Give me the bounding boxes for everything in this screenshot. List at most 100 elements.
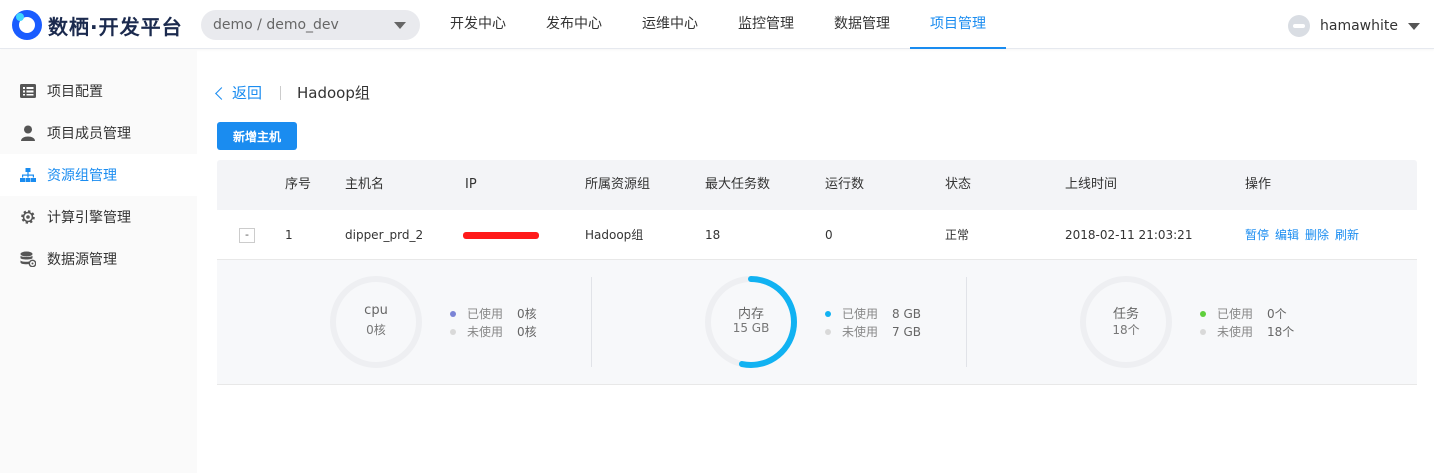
ip-redaction-mark [463, 232, 539, 239]
logo-text: 数栖·开发平台 [48, 14, 183, 39]
legend-value: 0核 [517, 307, 537, 321]
hosts-table: 序号 主机名 IP 所属资源组 最大任务数 运行数 状态 上线时间 操作 - 1… [217, 160, 1417, 385]
sidebar-item-members[interactable]: 项目成员管理 [0, 112, 197, 154]
sidebar: 项目配置 项目成员管理 资源组管理 计算引擎管理 数据源管理 [0, 50, 197, 473]
cell-hostname: dipper_prd_2 [345, 228, 424, 242]
cpu-total: 0核 [366, 323, 386, 337]
column-header: 操作 [1245, 177, 1272, 192]
cell-index: 1 [285, 228, 293, 242]
refresh-link[interactable]: 刷新 [1335, 228, 1359, 242]
legend-label: 未使用 [467, 325, 504, 339]
legend-dot [825, 328, 831, 335]
cpu-free-legend: 未使用 0核 [450, 323, 537, 340]
column-header: 上线时间 [1065, 177, 1118, 192]
user-icon [20, 125, 36, 141]
cell-running: 0 [825, 228, 833, 242]
legend-dot [1200, 328, 1206, 335]
legend-value: 8 GB [892, 306, 921, 321]
app-logo[interactable]: 数栖·开发平台 [12, 10, 183, 40]
tasks-title: 任务 [1112, 307, 1139, 322]
page-title: Hadoop组 [297, 84, 370, 102]
sidebar-item-label: 资源组管理 [47, 168, 117, 184]
legend-value: 18个 [1267, 325, 1295, 339]
column-header: 所属资源组 [585, 177, 651, 192]
legend-dot [450, 310, 456, 317]
delete-link[interactable]: 删除 [1305, 228, 1329, 242]
sitemap-icon [20, 167, 36, 183]
main-nav: 开发中心 发布中心 运维中心 监控管理 数据管理 项目管理 [430, 0, 1006, 49]
memory-used-legend: 已使用 8 GB [825, 305, 921, 322]
sidebar-item-data-sources[interactable]: 数据源管理 [0, 238, 197, 280]
memory-total: 15 GB [732, 321, 770, 335]
nav-item-monitoring[interactable]: 监控管理 [718, 0, 814, 49]
nav-item-dev-center[interactable]: 开发中心 [430, 0, 526, 49]
cell-online-time: 2018-02-11 21:03:21 [1065, 228, 1193, 242]
sidebar-item-compute-engines[interactable]: 计算引擎管理 [0, 196, 197, 238]
tasks-metric: 任务 18个 已使用 0个 未使用 18个 [967, 260, 1342, 385]
cell-actions: 暂停 编辑 删除 刷新 [1245, 210, 1365, 260]
cpu-used-legend: 已使用 0核 [450, 305, 537, 322]
project-selector[interactable]: demo / demo_dev [201, 10, 420, 40]
caret-down-icon [1408, 22, 1420, 30]
sidebar-item-label: 项目成员管理 [47, 126, 131, 142]
legend-label: 已使用 [1217, 307, 1254, 321]
table-row: - 1 dipper_prd_2 Hadoop组 18 0 正常 2018-02… [217, 210, 1417, 260]
column-header: 最大任务数 [705, 177, 771, 192]
collapse-row-button[interactable]: - [239, 228, 255, 243]
nav-item-data-management[interactable]: 数据管理 [814, 0, 910, 49]
memory-metric: 内存 15 GB 已使用 8 GB 未使用 7 GB [592, 260, 967, 385]
legend-value: 7 GB [892, 324, 921, 339]
top-navbar: 数栖·开发平台 demo / demo_dev 开发中心 发布中心 运维中心 监… [0, 0, 1434, 49]
user-menu[interactable]: hamawhite [1288, 14, 1420, 38]
nav-item-project-management[interactable]: 项目管理 [910, 0, 1006, 49]
table-header: 序号 主机名 IP 所属资源组 最大任务数 运行数 状态 上线时间 操作 [217, 160, 1417, 210]
legend-dot [825, 310, 831, 317]
back-link[interactable]: 返回 [215, 82, 263, 103]
tasks-free-legend: 未使用 18个 [1200, 323, 1294, 340]
sidebar-item-project-config[interactable]: 项目配置 [0, 70, 197, 112]
pause-link[interactable]: 暂停 [1245, 228, 1269, 242]
back-label: 返回 [232, 84, 263, 102]
chevron-left-icon [215, 86, 228, 100]
cpu-title: cpu [364, 303, 388, 318]
project-selector-value: demo / demo_dev [213, 17, 339, 33]
user-name: hamawhite [1320, 18, 1398, 34]
main-content: 返回 Hadoop组 新增主机 序号 主机名 IP 所属资源组 最大任务数 运行… [197, 50, 1434, 473]
page-header: 返回 Hadoop组 [215, 82, 370, 103]
legend-dot [1200, 310, 1206, 317]
logo-icon [12, 10, 42, 40]
cell-max-tasks: 18 [705, 228, 721, 242]
edit-link[interactable]: 编辑 [1275, 228, 1299, 242]
avatar [1288, 15, 1311, 37]
divider [280, 85, 282, 100]
sidebar-item-label: 项目配置 [47, 84, 103, 100]
gear-icon [20, 209, 36, 225]
legend-value: 0核 [517, 325, 537, 339]
memory-title: 内存 [737, 307, 764, 322]
host-detail-panel: cpu 0核 已使用 0核 未使用 0核 内存 15 GB 已使用 8 GB 未… [217, 260, 1417, 385]
column-header: 状态 [945, 177, 972, 192]
legend-value: 0个 [1267, 307, 1287, 321]
legend-label: 已使用 [842, 307, 879, 321]
sidebar-item-label: 计算引擎管理 [47, 210, 131, 226]
legend-label: 未使用 [842, 325, 879, 339]
tasks-used-legend: 已使用 0个 [1200, 305, 1287, 322]
nav-item-release-center[interactable]: 发布中心 [526, 0, 622, 49]
nav-item-ops-center[interactable]: 运维中心 [622, 0, 718, 49]
database-icon [20, 251, 36, 267]
legend-label: 未使用 [1217, 325, 1254, 339]
column-header: 主机名 [345, 177, 385, 192]
cell-status: 正常 [945, 228, 970, 242]
tasks-total: 18个 [1112, 323, 1140, 337]
column-header: 序号 [285, 177, 312, 192]
column-header: IP [465, 177, 477, 192]
sidebar-item-label: 数据源管理 [47, 252, 117, 268]
list-icon [20, 83, 36, 99]
legend-dot [450, 328, 456, 335]
sidebar-item-resource-groups[interactable]: 资源组管理 [0, 154, 197, 196]
add-host-button[interactable]: 新增主机 [217, 122, 297, 150]
legend-label: 已使用 [467, 307, 504, 321]
cell-group: Hadoop组 [585, 228, 644, 242]
caret-down-icon [394, 22, 406, 29]
column-header: 运行数 [825, 177, 865, 192]
